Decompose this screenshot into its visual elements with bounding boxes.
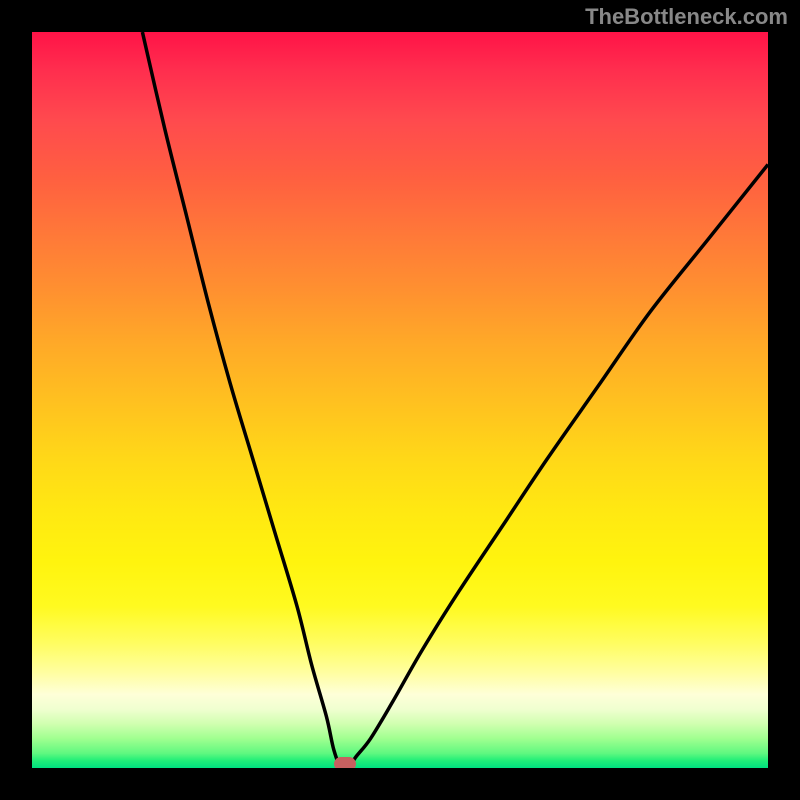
minimum-marker: [334, 757, 356, 768]
chart-container: [32, 32, 768, 768]
bottleneck-curve: [32, 32, 768, 768]
watermark-text: TheBottleneck.com: [585, 4, 788, 30]
